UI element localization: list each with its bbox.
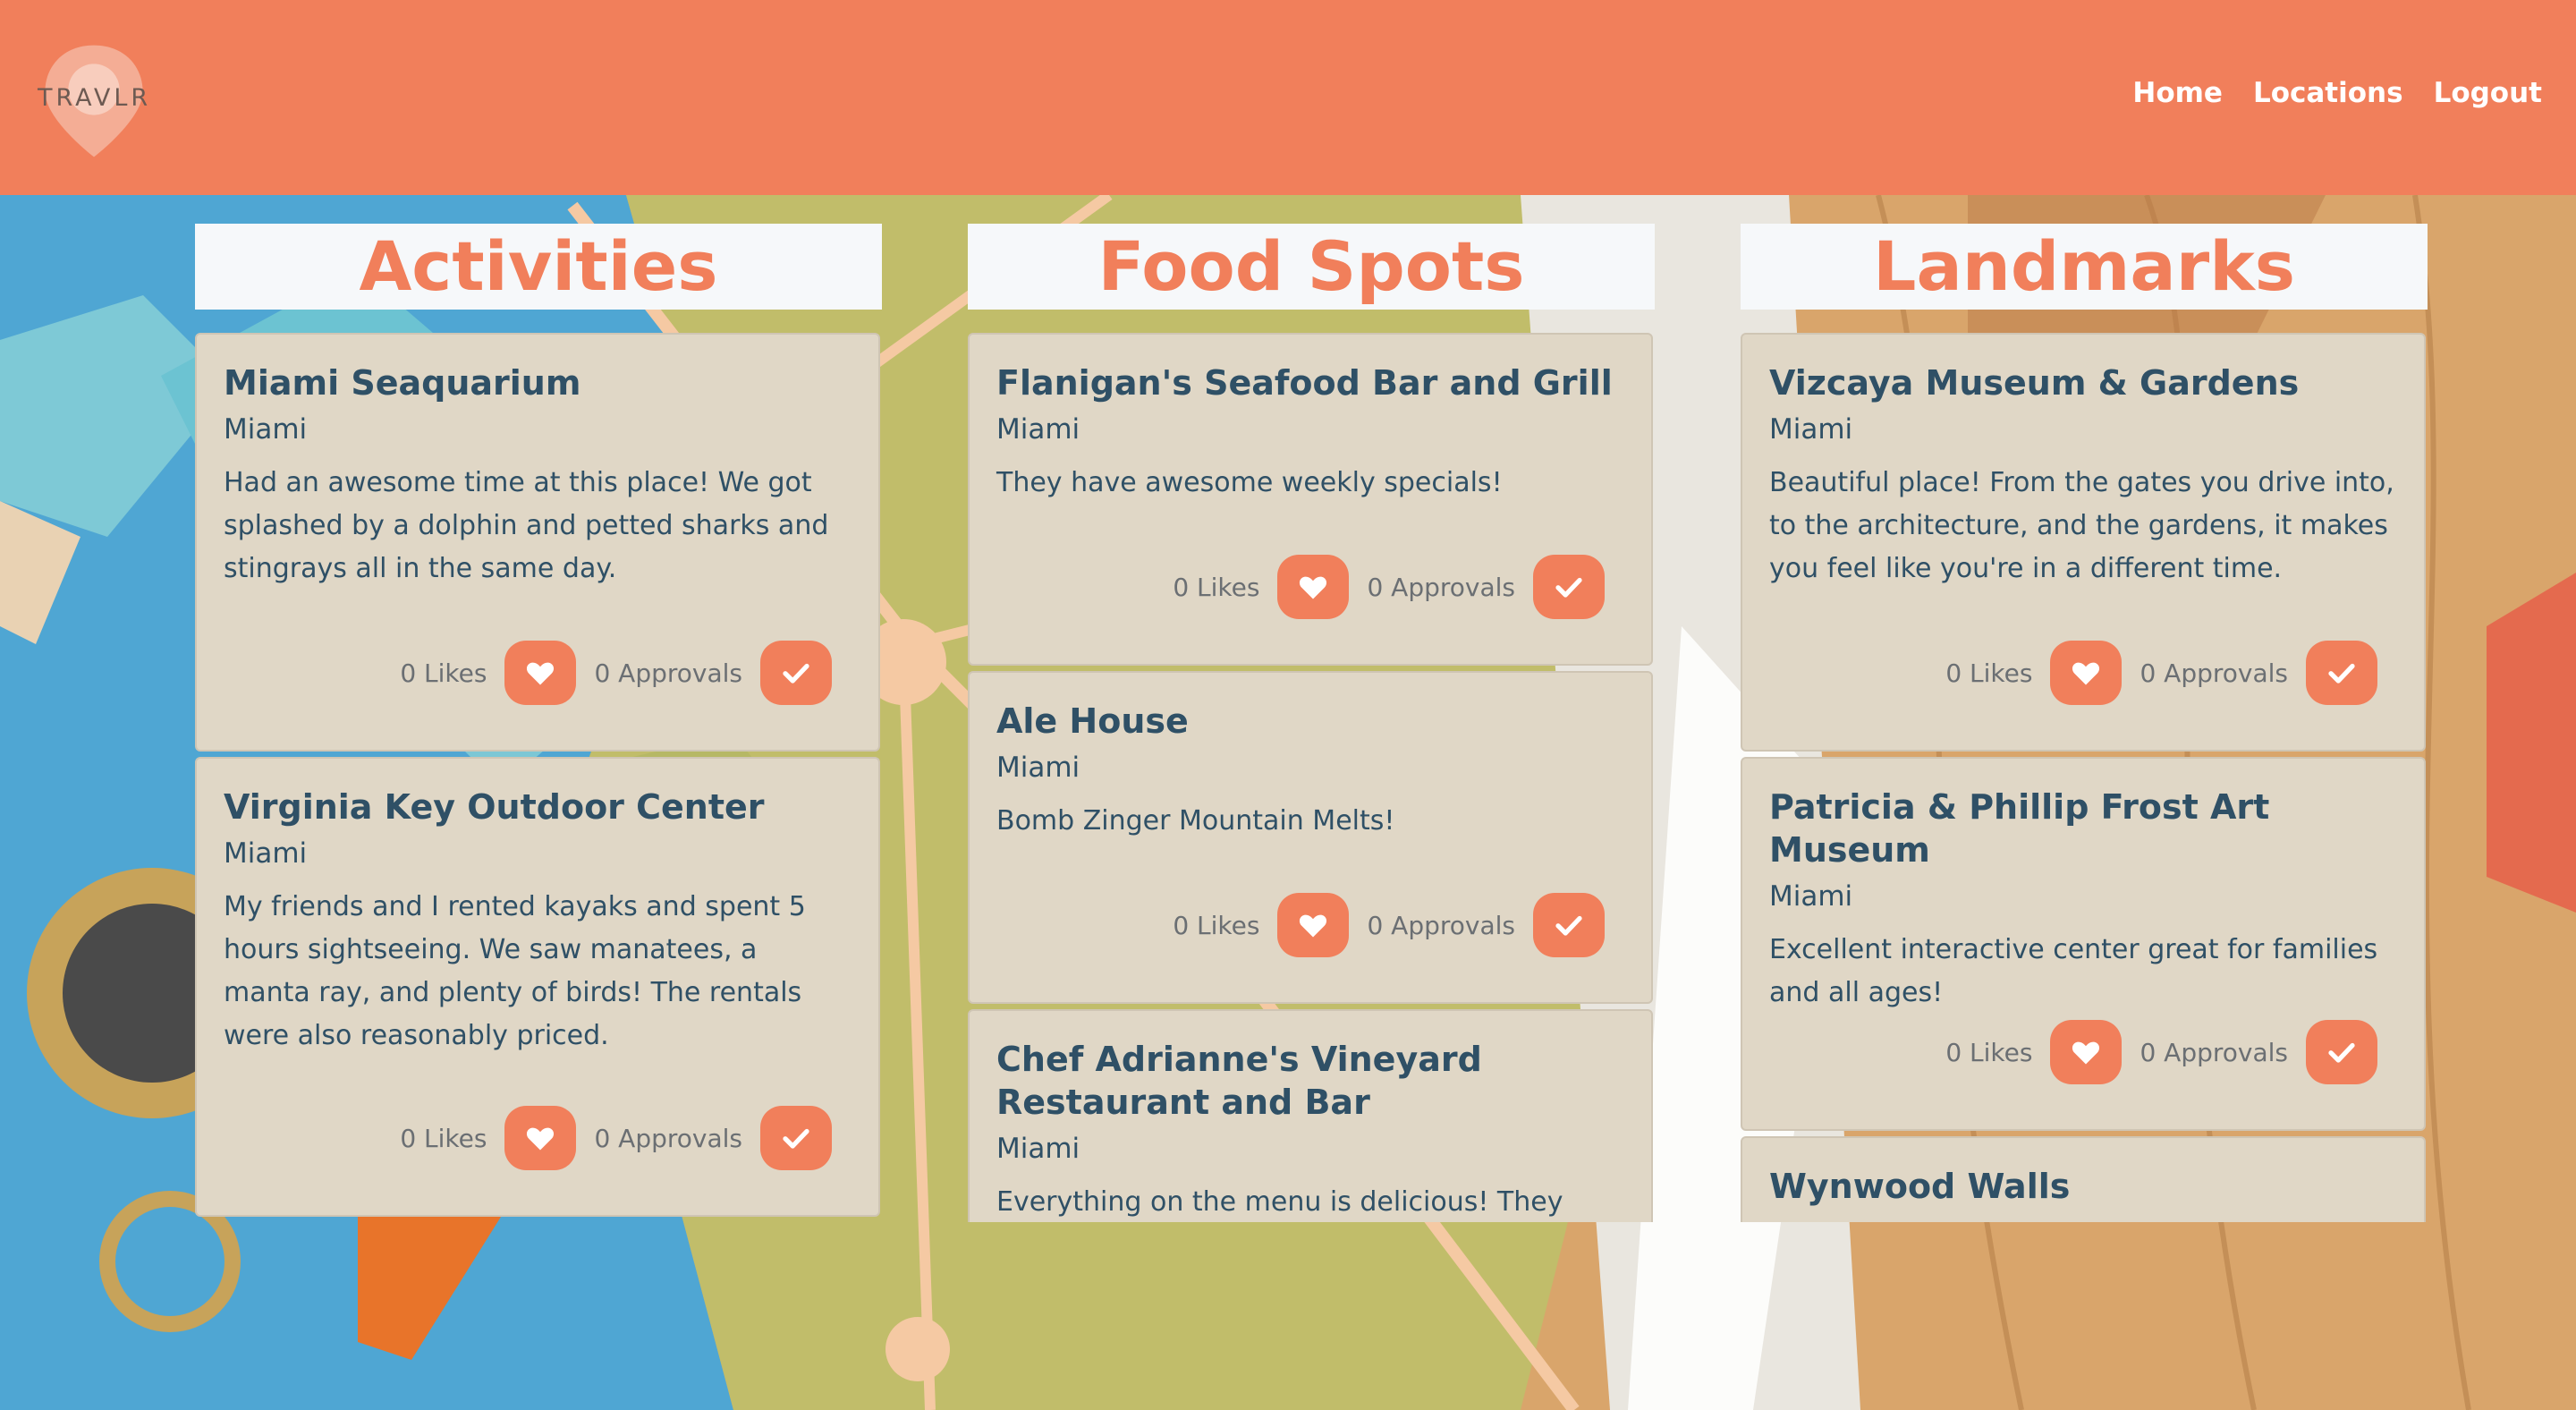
activities-list[interactable]: Miami Seaquarium Miami Had an awesome ti… bbox=[195, 333, 882, 1222]
card-title[interactable]: Ale House bbox=[996, 700, 1624, 743]
nav-logout-link[interactable]: Logout bbox=[2434, 77, 2542, 109]
likes-count: 0 Likes bbox=[1945, 658, 2033, 688]
card-actions: 0 Likes 0 Approvals bbox=[1945, 641, 2377, 705]
likes-count: 0 Likes bbox=[1173, 910, 1260, 940]
activities-column: Activities Miami Seaquarium Miami Had an… bbox=[195, 224, 882, 1222]
checkmark-icon bbox=[2328, 1042, 2355, 1063]
approvals-count: 0 Approvals bbox=[594, 1123, 742, 1153]
checkmark-icon bbox=[2328, 663, 2355, 684]
card-title[interactable]: Chef Adrianne's Vineyard Restaurant and … bbox=[996, 1038, 1624, 1124]
location-card: Chef Adrianne's Vineyard Restaurant and … bbox=[968, 1009, 1653, 1222]
location-card: Patricia & Phillip Frost Art Museum Miam… bbox=[1741, 757, 2426, 1131]
card-city: Miami bbox=[1769, 880, 1853, 913]
card-title[interactable]: Virginia Key Outdoor Center bbox=[224, 786, 852, 828]
heart-icon bbox=[527, 1127, 555, 1151]
checkmark-icon bbox=[1555, 577, 1582, 598]
like-button[interactable] bbox=[2050, 1020, 2123, 1084]
heart-icon bbox=[527, 662, 555, 685]
card-actions: 0 Likes 0 Approvals bbox=[1173, 555, 1605, 619]
location-card: Wynwood Walls bbox=[1741, 1136, 2426, 1222]
location-card: Flanigan's Seafood Bar and Grill Miami T… bbox=[968, 333, 1653, 666]
card-title[interactable]: Wynwood Walls bbox=[1769, 1165, 2397, 1208]
column-title: Activities bbox=[195, 224, 882, 310]
food-spots-column: Food Spots Flanigan's Seafood Bar and Gr… bbox=[968, 224, 1655, 1222]
nav-home-link[interactable]: Home bbox=[2132, 77, 2223, 109]
card-title[interactable]: Miami Seaquarium bbox=[224, 361, 852, 404]
checkmark-icon bbox=[783, 1128, 809, 1149]
card-actions: 0 Likes 0 Approvals bbox=[400, 641, 832, 705]
approve-button[interactable] bbox=[1533, 555, 1605, 619]
card-description: My friends and I rented kayaks and spent… bbox=[224, 891, 806, 1051]
likes-count: 0 Likes bbox=[1945, 1037, 2033, 1067]
card-description: Excellent interactive center great for f… bbox=[1769, 934, 2378, 1008]
card-city: Miami bbox=[996, 1133, 1080, 1165]
approvals-count: 0 Approvals bbox=[1367, 572, 1515, 602]
like-button[interactable] bbox=[504, 641, 577, 705]
card-city: Miami bbox=[996, 752, 1080, 784]
card-city: Miami bbox=[224, 837, 308, 870]
approve-button[interactable] bbox=[2306, 641, 2377, 705]
card-description: Bomb Zinger Mountain Melts! bbox=[996, 805, 1395, 837]
like-button[interactable] bbox=[2050, 641, 2123, 705]
nav-locations-link[interactable]: Locations bbox=[2253, 77, 2403, 109]
location-card: Virginia Key Outdoor Center Miami My fri… bbox=[195, 757, 880, 1217]
approvals-count: 0 Approvals bbox=[2140, 658, 2288, 688]
approve-button[interactable] bbox=[2306, 1020, 2377, 1084]
card-actions: 0 Likes 0 Approvals bbox=[1173, 893, 1605, 957]
landmarks-column: Landmarks Vizcaya Museum & Gardens Miami… bbox=[1741, 224, 2428, 1222]
approve-button[interactable] bbox=[1533, 893, 1605, 957]
likes-count: 0 Likes bbox=[400, 658, 487, 688]
card-description: Beautiful place! From the gates you driv… bbox=[1769, 467, 2394, 584]
column-title: Landmarks bbox=[1741, 224, 2428, 310]
heart-icon bbox=[1300, 576, 1327, 599]
approvals-count: 0 Approvals bbox=[1367, 910, 1515, 940]
likes-count: 0 Likes bbox=[1173, 572, 1260, 602]
heart-icon bbox=[2072, 662, 2100, 685]
checkmark-icon bbox=[1555, 915, 1582, 936]
card-title[interactable]: Flanigan's Seafood Bar and Grill bbox=[996, 361, 1624, 404]
like-button[interactable] bbox=[504, 1106, 577, 1170]
landmarks-list[interactable]: Vizcaya Museum & Gardens Miami Beautiful… bbox=[1741, 333, 2428, 1222]
card-title[interactable]: Vizcaya Museum & Gardens bbox=[1769, 361, 2397, 404]
card-city: Miami bbox=[224, 413, 308, 446]
approvals-count: 0 Approvals bbox=[594, 658, 742, 688]
heart-icon bbox=[2072, 1041, 2100, 1065]
heart-icon bbox=[1300, 914, 1327, 938]
food-spots-list[interactable]: Flanigan's Seafood Bar and Grill Miami T… bbox=[968, 333, 1655, 1222]
card-description: Everything on the menu is delicious! The… bbox=[996, 1186, 1563, 1218]
card-actions: 0 Likes 0 Approvals bbox=[1945, 1020, 2377, 1084]
card-city: Miami bbox=[996, 413, 1080, 446]
likes-count: 0 Likes bbox=[400, 1123, 487, 1153]
location-card: Miami Seaquarium Miami Had an awesome ti… bbox=[195, 333, 880, 752]
card-description: Had an awesome time at this place! We go… bbox=[224, 467, 829, 584]
location-card: Ale House Miami Bomb Zinger Mountain Mel… bbox=[968, 671, 1653, 1004]
top-navbar: TRAVLR Home Locations Logout bbox=[0, 0, 2576, 195]
approvals-count: 0 Approvals bbox=[2140, 1037, 2288, 1067]
location-card: Vizcaya Museum & Gardens Miami Beautiful… bbox=[1741, 333, 2426, 752]
checkmark-icon bbox=[783, 663, 809, 684]
card-title[interactable]: Patricia & Phillip Frost Art Museum bbox=[1769, 786, 2397, 871]
nav-links: Home Locations Logout bbox=[2132, 77, 2542, 109]
brand-logo-text[interactable]: TRAVLR bbox=[38, 84, 151, 112]
approve-button[interactable] bbox=[760, 641, 832, 705]
like-button[interactable] bbox=[1277, 555, 1350, 619]
approve-button[interactable] bbox=[760, 1106, 832, 1170]
card-actions: 0 Likes 0 Approvals bbox=[400, 1106, 832, 1170]
like-button[interactable] bbox=[1277, 893, 1350, 957]
column-title: Food Spots bbox=[968, 224, 1655, 310]
card-description: They have awesome weekly specials! bbox=[996, 467, 1503, 498]
card-city: Miami bbox=[1769, 413, 1853, 446]
